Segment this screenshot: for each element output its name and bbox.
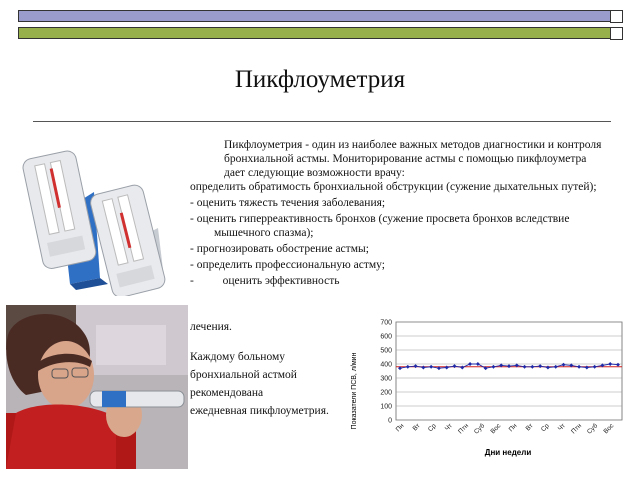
list-item: - оценить тяжесть течения заболевания; [190, 197, 386, 209]
y-tick-label: 0 [388, 418, 392, 425]
header-square-top [610, 10, 623, 23]
plot-area [395, 321, 623, 421]
list-item: - определить профессиональную астму; [190, 259, 385, 271]
page-title: Пикфлоуметрия [234, 66, 406, 93]
y-tick-label: 700 [380, 320, 392, 327]
treatment-text: лечения. [190, 321, 232, 333]
x-tick-label: Пн [508, 422, 519, 433]
x-axis-label: Дни недели [485, 448, 532, 457]
closing-line: рекомендована [190, 387, 264, 399]
x-tick-label: Чт [444, 422, 454, 432]
intro-paragraph: Пикфлоуметрия - один из наиболее важных … [224, 139, 602, 179]
x-tick-label: Вт [525, 422, 535, 432]
patient-photo [6, 305, 188, 469]
y-tick-label: 500 [380, 348, 392, 355]
header-square-bottom [610, 27, 623, 40]
chart-grid [395, 321, 623, 421]
x-tick-label: Птн [457, 422, 470, 435]
x-tick-label: Суб [472, 422, 486, 436]
closing-line: ежедневная пикфлоуметрия. [190, 405, 329, 417]
peak-flow-meter-image [22, 150, 166, 296]
x-tick-label: Вос [602, 422, 615, 435]
y-tick-label: 200 [380, 390, 392, 397]
header-bar-top [18, 10, 616, 22]
x-tick-label: Вт [412, 422, 422, 432]
x-tick-label: Суб [585, 422, 599, 436]
y-tick-label: 100 [380, 404, 392, 411]
y-tick-label: 300 [380, 376, 392, 383]
peak-flow-chart: 0100200300400500600700 Пн Вт Ср Чт Птн Суб Вос… [351, 320, 623, 457]
x-tick-label: Птн [570, 422, 583, 435]
header-bar-bottom [18, 27, 616, 39]
x-tick-label: Ср [427, 422, 438, 433]
x-tick-label: Чт [557, 422, 567, 432]
title-divider [33, 121, 611, 122]
x-tick-label: Пн [395, 422, 406, 433]
list-item: - оценить эффективность [190, 275, 340, 287]
text-block: Пикфлоуметрия - один из наиболее важных … [190, 138, 610, 288]
x-tick-labels: Пн Вт Ср Чт Птн Суб Вос Пн Вт Ср Чт Птн Суб Вос [395, 422, 616, 436]
y-tick-labels: 0 100 200 300 400 500 600 700 [380, 320, 392, 425]
list-item: - прогнозировать обострение астмы; [190, 243, 369, 255]
y-tick-label: 400 [380, 362, 392, 369]
list-item: определить обратимость бронхиальной обст… [190, 181, 597, 193]
x-tick-label: Ср [540, 422, 551, 433]
x-tick-label: Вос [489, 422, 502, 435]
y-axis-label: Показатели ПСВ, л/мин [351, 352, 358, 429]
closing-line: Каждому больному [190, 351, 285, 363]
y-tick-label: 600 [380, 334, 392, 341]
closing-line: бронхиальной астмой [190, 369, 297, 381]
closing-block: лечения. Каждому больному бронхиальной а… [190, 320, 350, 418]
list-item: - оценить гиперреактивность бронхов (суж… [190, 213, 570, 239]
